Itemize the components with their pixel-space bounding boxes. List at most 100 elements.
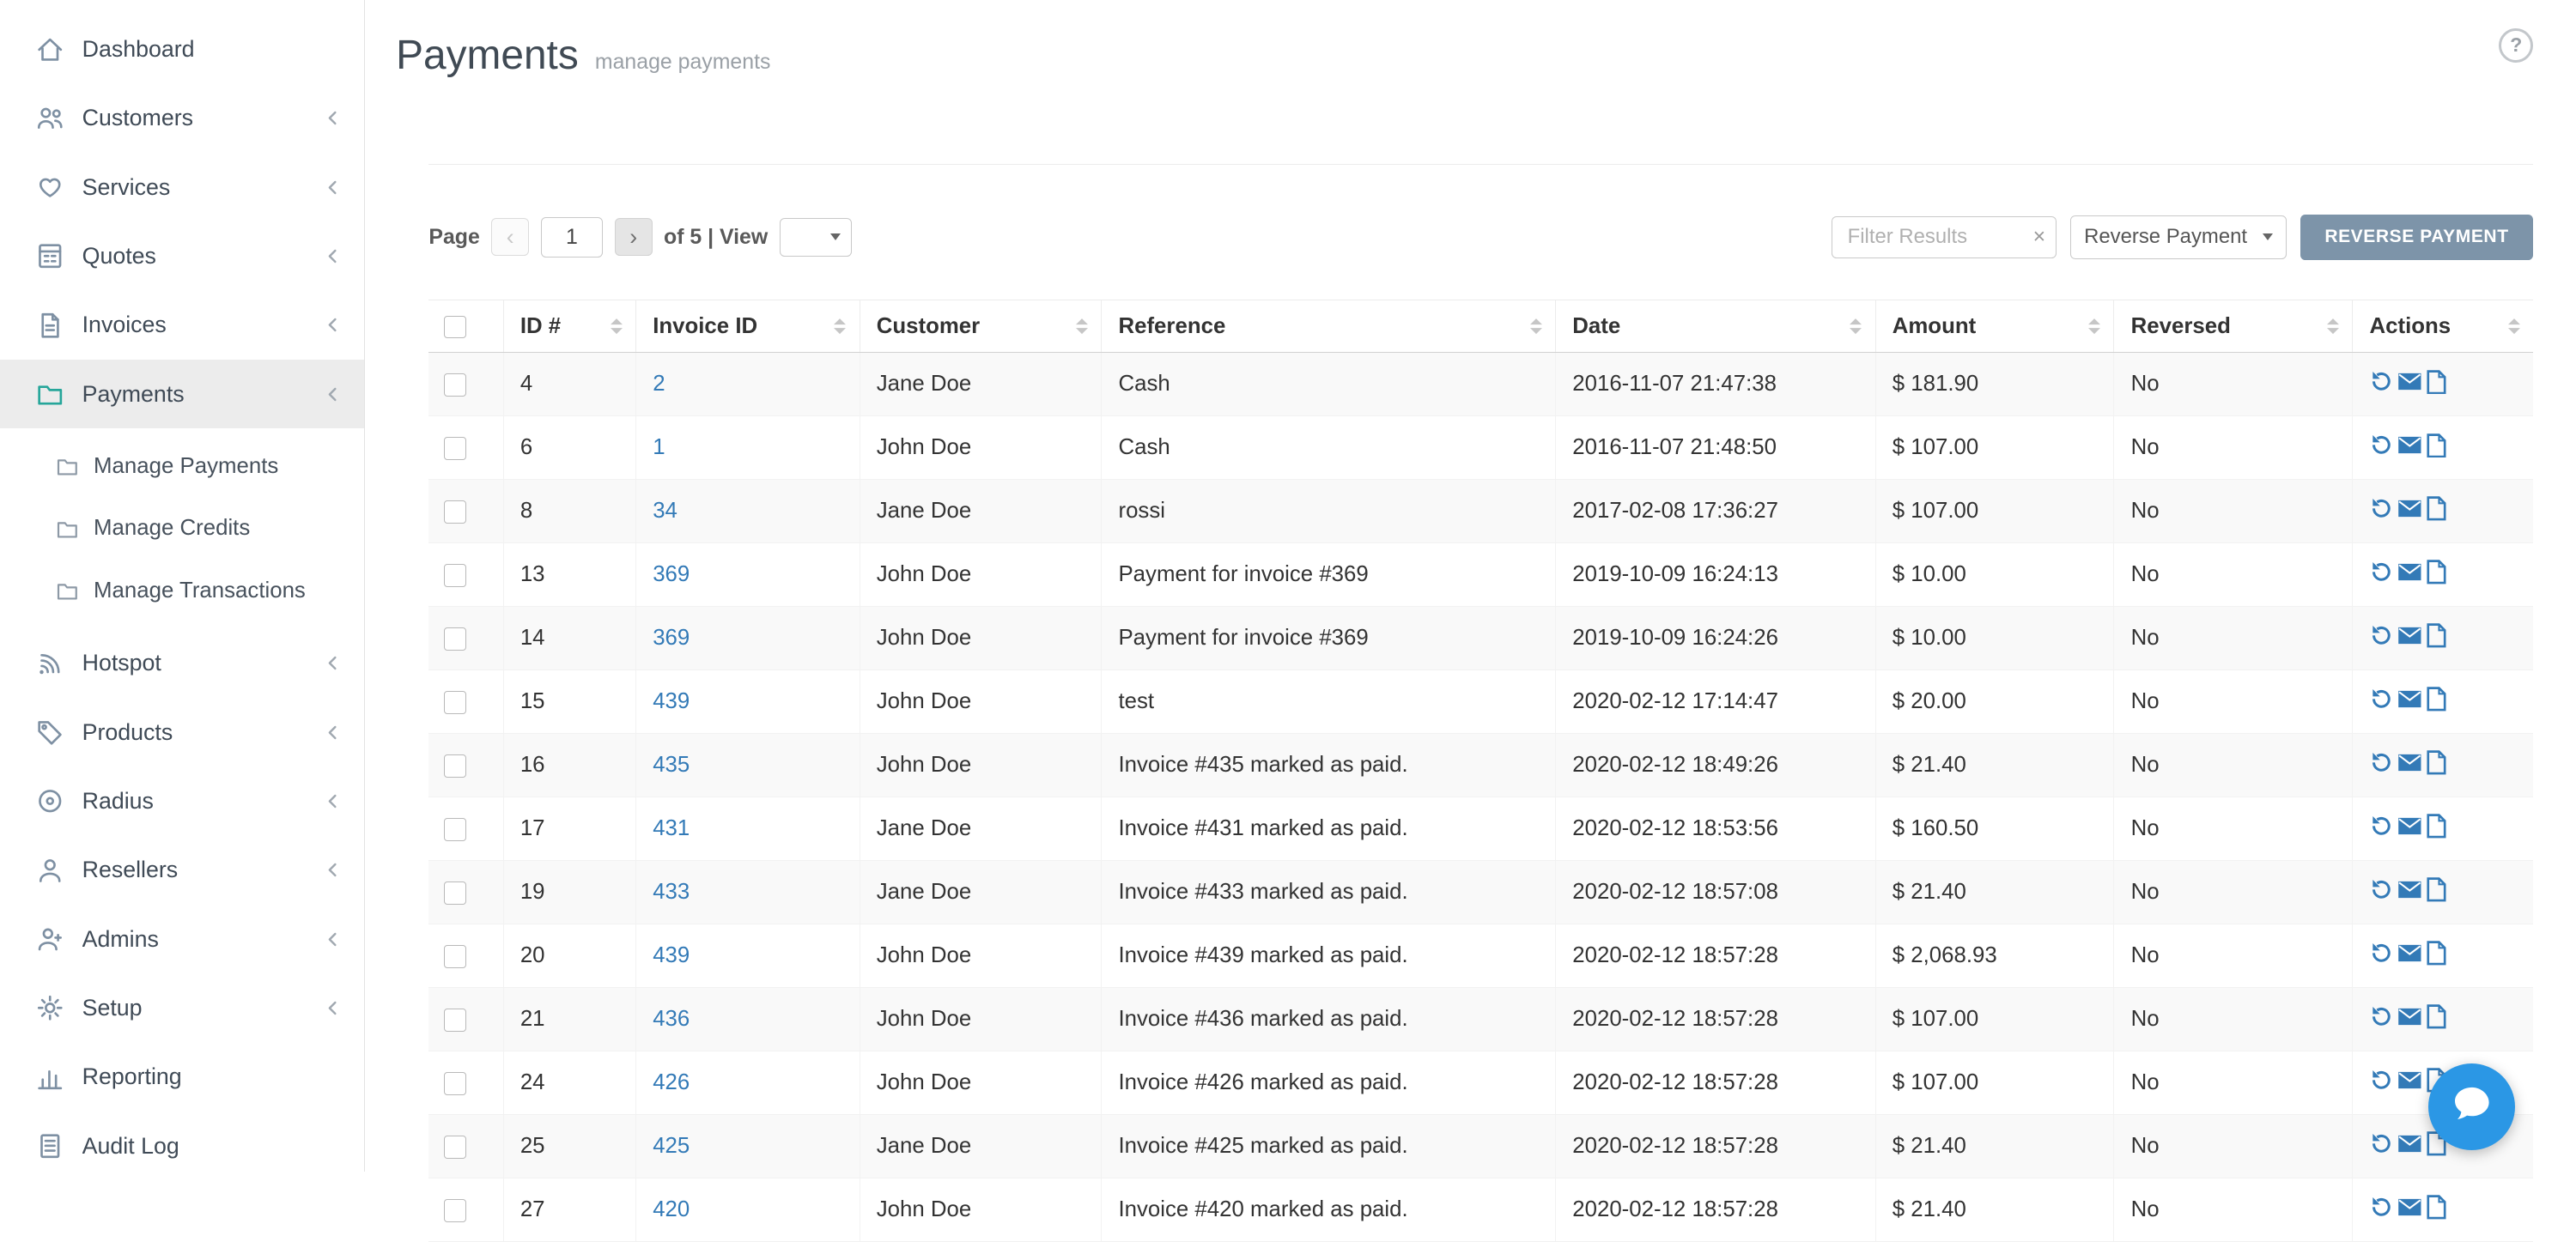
email-icon[interactable] [2397,373,2422,391]
sidebar-item-radius[interactable]: Radius [0,766,364,835]
email-icon[interactable] [2397,1135,2422,1153]
sidebar-item-setup[interactable]: Setup [0,973,364,1042]
sort-icon[interactable] [1850,318,1862,334]
invoice-link[interactable]: 436 [653,1007,690,1031]
email-icon[interactable] [2397,1071,2422,1089]
email-icon[interactable] [2397,563,2422,581]
reverse-payment-icon[interactable] [2370,815,2393,838]
reverse-payment-icon[interactable] [2370,1069,2393,1092]
email-icon[interactable] [2397,881,2422,899]
reverse-payment-icon[interactable] [2370,688,2393,711]
column-header-reference[interactable]: Reference [1102,300,1556,353]
reverse-payment-icon[interactable] [2370,878,2393,901]
row-checkbox[interactable] [444,1072,467,1095]
clear-filter-icon[interactable]: × [2033,227,2046,248]
invoice-link[interactable]: 425 [653,1134,690,1158]
sort-icon[interactable] [1530,318,1542,334]
row-checkbox[interactable] [444,1136,467,1159]
pdf-icon[interactable] [2427,1004,2446,1029]
row-checkbox[interactable] [444,945,467,968]
sidebar-subitem-manage-transactions[interactable]: Manage Transactions [0,560,364,622]
row-checkbox[interactable] [444,691,467,714]
column-header-customer[interactable]: Customer [860,300,1102,353]
row-checkbox[interactable] [444,627,467,651]
email-icon[interactable] [2397,1198,2422,1216]
sort-icon[interactable] [2327,318,2339,334]
sidebar-item-admins[interactable]: Admins [0,905,364,973]
column-header-actions[interactable]: Actions [2353,300,2533,353]
pdf-icon[interactable] [2427,370,2446,395]
column-header-amount[interactable]: Amount [1875,300,2114,353]
invoice-link[interactable]: 34 [653,499,677,523]
sidebar-item-payments[interactable]: Payments [0,360,364,428]
reverse-payment-icon[interactable] [2370,942,2393,965]
invoice-link[interactable]: 426 [653,1070,690,1094]
invoice-link[interactable]: 439 [653,943,690,967]
sidebar-item-resellers[interactable]: Resellers [0,836,364,905]
sort-icon[interactable] [2508,318,2520,334]
email-icon[interactable] [2397,690,2422,708]
sort-icon[interactable] [834,318,846,334]
email-icon[interactable] [2397,627,2422,645]
reverse-payment-icon[interactable] [2370,1196,2393,1219]
pdf-icon[interactable] [2427,750,2446,775]
invoice-link[interactable]: 431 [653,816,690,840]
pdf-icon[interactable] [2427,560,2446,585]
sort-icon[interactable] [1076,318,1088,334]
column-header-id-[interactable]: ID # [503,300,635,353]
reverse-payment-icon[interactable] [2370,624,2393,647]
sort-icon[interactable] [611,318,623,334]
sidebar-item-services[interactable]: Services [0,153,364,221]
sidebar-item-invoices[interactable]: Invoices [0,291,364,360]
pdf-icon[interactable] [2427,941,2446,966]
reverse-payment-icon[interactable] [2370,370,2393,393]
invoice-link[interactable]: 433 [653,880,690,904]
sidebar-item-hotspot[interactable]: Hotspot [0,629,364,698]
sidebar-item-quotes[interactable]: Quotes [0,221,364,290]
sidebar-item-dashboard[interactable]: Dashboard [0,15,364,83]
invoice-link[interactable]: 369 [653,626,690,650]
pdf-icon[interactable] [2427,877,2446,902]
row-checkbox[interactable] [444,437,467,460]
reverse-payment-icon[interactable] [2370,751,2393,774]
column-header-invoice-id[interactable]: Invoice ID [636,300,860,353]
row-checkbox[interactable] [444,882,467,905]
invoice-link[interactable]: 439 [653,689,690,713]
pdf-icon[interactable] [2427,1195,2446,1220]
invoice-link[interactable]: 2 [653,372,665,396]
invoice-link[interactable]: 369 [653,562,690,586]
invoice-link[interactable]: 435 [653,753,690,777]
pdf-icon[interactable] [2427,623,2446,648]
page-number-input[interactable] [541,217,604,258]
sidebar-subitem-manage-credits[interactable]: Manage Credits [0,498,364,560]
sidebar-subitem-manage-payments[interactable]: Manage Payments [0,435,364,498]
pdf-icon[interactable] [2427,814,2446,839]
reverse-payment-button[interactable]: REVERSE PAYMENT [2300,215,2534,261]
reverse-payment-icon[interactable] [2370,497,2393,520]
pdf-icon[interactable] [2427,687,2446,712]
reverse-payment-icon[interactable] [2370,1005,2393,1028]
sidebar-item-customers[interactable]: Customers [0,84,364,153]
invoice-link[interactable]: 1 [653,435,665,459]
pdf-icon[interactable] [2427,496,2446,521]
row-checkbox[interactable] [444,373,467,397]
reverse-payment-icon[interactable] [2370,433,2393,457]
email-icon[interactable] [2397,944,2422,962]
row-checkbox[interactable] [444,754,467,778]
help-button[interactable]: ? [2499,28,2533,63]
filter-input[interactable] [1832,216,2057,259]
row-checkbox[interactable] [444,564,467,587]
row-checkbox[interactable] [444,1009,467,1032]
email-icon[interactable] [2397,436,2422,454]
prev-page-button[interactable]: ‹ [491,218,529,256]
select-all-checkbox[interactable] [444,316,467,339]
email-icon[interactable] [2397,500,2422,518]
view-count-select[interactable] [780,218,852,257]
email-icon[interactable] [2397,1008,2422,1026]
reverse-payment-icon[interactable] [2370,1132,2393,1155]
reverse-payment-icon[interactable] [2370,560,2393,584]
sidebar-item-reporting[interactable]: Reporting [0,1043,364,1112]
bulk-action-select[interactable]: Reverse Payment [2070,215,2287,260]
sidebar-item-products[interactable]: Products [0,698,364,766]
pdf-icon[interactable] [2427,433,2446,458]
